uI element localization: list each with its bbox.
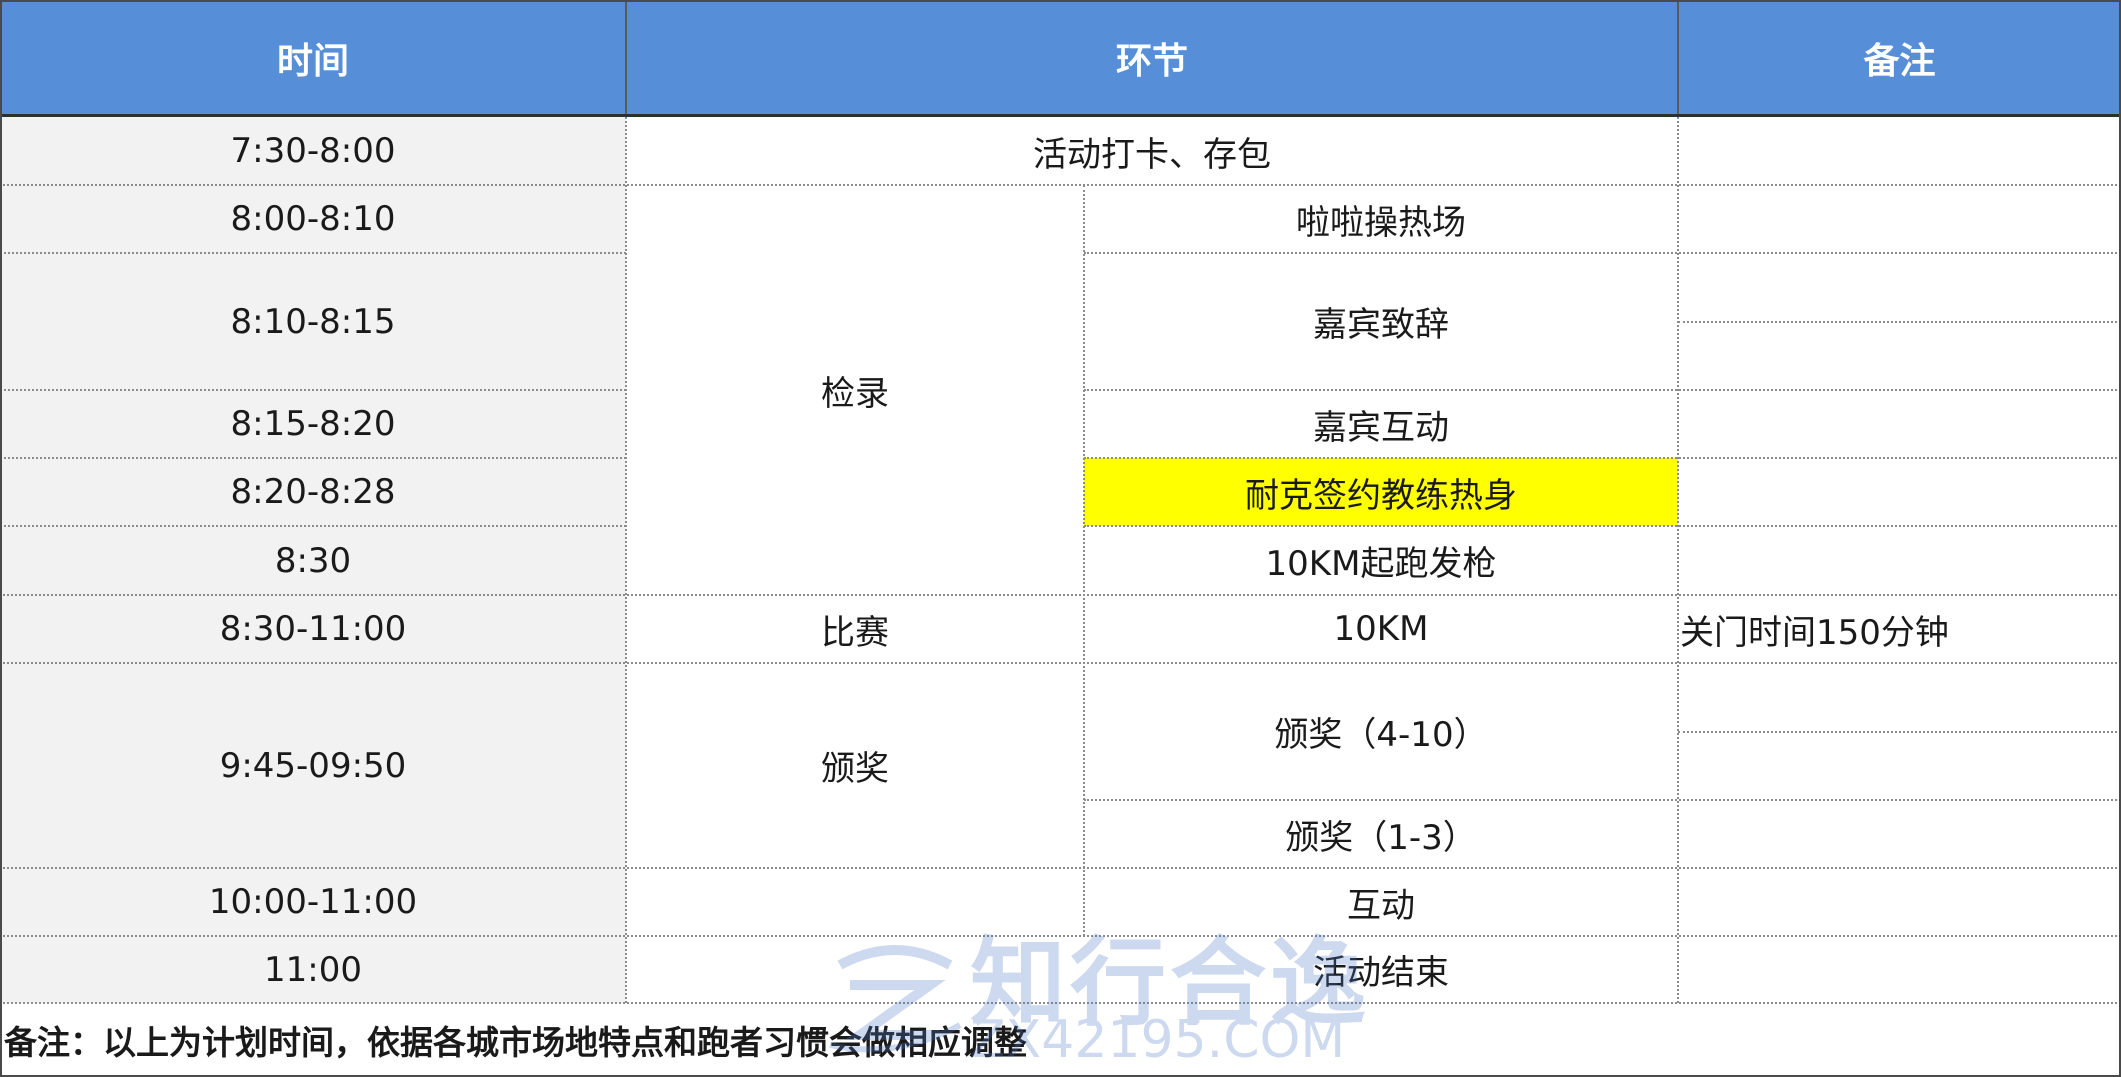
grid-line xyxy=(0,389,626,391)
time-cell: 7:30-8:00 xyxy=(0,117,626,185)
sub-cheer-warmup: 啦啦操热场 xyxy=(1296,202,1466,243)
header-divider xyxy=(1677,0,1679,115)
time-cell: 9:45-09:50 xyxy=(0,663,626,868)
grid-line xyxy=(0,935,2121,937)
sub-awards-1-3: 颁奖（1-3） xyxy=(1285,817,1477,858)
sub-awards-4-10: 颁奖（4-10） xyxy=(1274,715,1488,755)
grid-line xyxy=(1084,457,2121,459)
sub-end: 活动结束 xyxy=(1313,953,1449,993)
time-cell: 11:00 xyxy=(0,936,626,1003)
grid-line xyxy=(1677,117,1679,1003)
grid-line xyxy=(1084,525,2121,527)
time-cell: 8:10-8:15 xyxy=(0,253,626,390)
grid-line xyxy=(0,252,626,254)
header-border xyxy=(0,114,2121,117)
grid-line xyxy=(625,117,627,1003)
time-cell: 8:00-8:10 xyxy=(0,185,626,253)
grid-line xyxy=(0,1002,2121,1004)
segment-race: 比赛 xyxy=(821,612,889,653)
sub-interaction: 互动 xyxy=(1347,885,1415,926)
grid-line xyxy=(0,594,2121,596)
header-segment: 环节 xyxy=(626,0,1678,115)
sub-guest-interaction: 嘉宾互动 xyxy=(1313,407,1449,448)
grid-line xyxy=(0,525,626,527)
grid-line xyxy=(1084,252,2121,254)
header-note: 备注 xyxy=(1678,0,2121,115)
note-cutoff: 关门时间150分钟 xyxy=(1680,612,1949,653)
grid-line xyxy=(0,867,2121,869)
grid-line xyxy=(1678,731,2121,733)
grid-line xyxy=(0,184,2121,186)
schedule-table: 时间 环节 备注 7:30-8:00 8:00-8:10 8:10-8:15 8… xyxy=(0,0,2121,1077)
segment-checkin: 活动打卡、存包 xyxy=(1033,134,1271,175)
grid-line xyxy=(0,662,2121,664)
footer-note: 备注：以上为计划时间，依据各城市场地特点和跑者习惯会做相应调整 xyxy=(4,1023,1027,1062)
header-divider xyxy=(625,0,627,115)
sub-start-gun: 10KM起跑发枪 xyxy=(1265,544,1497,584)
segment-awards: 颁奖 xyxy=(821,749,889,789)
sub-race-10km: 10KM xyxy=(1333,609,1429,649)
time-cell: 8:15-8:20 xyxy=(0,390,626,458)
header-time: 时间 xyxy=(0,0,626,115)
sub-nike-warmup: 耐克签约教练热身 xyxy=(1084,458,1678,526)
time-cell: 8:30 xyxy=(0,526,626,595)
grid-line xyxy=(1678,321,2121,323)
sub-guest-speech: 嘉宾致辞 xyxy=(1313,305,1449,345)
grid-line xyxy=(1083,185,1085,936)
time-cell: 8:20-8:28 xyxy=(0,458,626,526)
grid-line xyxy=(1084,389,2121,391)
time-cell: 8:30-11:00 xyxy=(0,595,626,663)
segment-registration: 检录 xyxy=(821,373,889,414)
grid-line xyxy=(0,457,626,459)
grid-line xyxy=(1084,799,2121,801)
time-cell: 10:00-11:00 xyxy=(0,868,626,936)
